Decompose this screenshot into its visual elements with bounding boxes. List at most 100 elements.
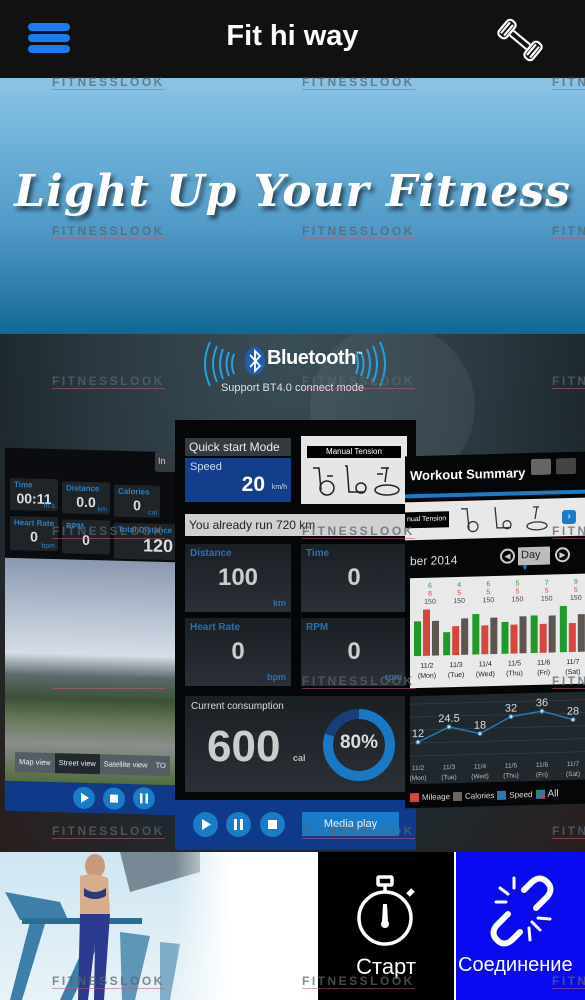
chart-icon[interactable] bbox=[556, 457, 576, 475]
date-label: ber 2014 bbox=[410, 552, 458, 569]
bar-mid-label: 5 bbox=[516, 588, 520, 595]
legend-swatch-calories bbox=[453, 791, 463, 801]
bar-category-label: 11/5 bbox=[508, 660, 521, 667]
bar-green bbox=[530, 615, 538, 654]
play-icon[interactable] bbox=[73, 786, 95, 810]
speed-point bbox=[539, 708, 545, 714]
metric-calories: Calories 0 cal bbox=[114, 484, 160, 518]
speed-value-label: 36 bbox=[536, 697, 548, 709]
pause-icon[interactable] bbox=[226, 812, 251, 837]
bar-category-label: 11/3 bbox=[450, 662, 463, 669]
line-category-label: 11/4 bbox=[474, 763, 487, 770]
bar-top-label: 4 bbox=[457, 582, 461, 589]
watermark: FITNESSLOOK bbox=[52, 524, 165, 539]
line-category-label: 11/3 bbox=[443, 764, 456, 771]
bar-green bbox=[472, 613, 480, 655]
stop-icon[interactable] bbox=[103, 787, 125, 810]
bar-weekday-label: (Fri) bbox=[537, 670, 550, 677]
bar-bottom-label: 150 bbox=[453, 598, 465, 605]
gridline bbox=[410, 725, 585, 731]
prev-period-icon[interactable]: ◀ bbox=[500, 548, 515, 564]
bar-green bbox=[443, 632, 451, 656]
bluetooth-label: Bluetooth™ bbox=[267, 347, 363, 369]
bar-mid-label: 5 bbox=[574, 587, 578, 594]
view-tabs: Map view Street view Satellite view TO bbox=[15, 752, 170, 777]
bar-bottom-label: 150 bbox=[482, 597, 494, 604]
speed-point bbox=[446, 724, 452, 730]
bar-gray bbox=[490, 617, 498, 655]
speed-value-label: 32 bbox=[505, 702, 517, 714]
watermark: FITNESSLOOK bbox=[302, 374, 415, 389]
exercise-bike-icons bbox=[313, 465, 400, 496]
app-header: Fit hi way bbox=[0, 0, 585, 78]
tab-street-view[interactable]: Street view bbox=[54, 753, 100, 775]
calendar-icon[interactable] bbox=[531, 458, 551, 476]
center-phone-screen: Quick start Mode Speed 20 km/h Manual Te… bbox=[175, 420, 416, 850]
bar-red bbox=[539, 623, 547, 653]
period-select[interactable]: Day ▼ bbox=[518, 546, 550, 572]
gridline bbox=[410, 712, 585, 718]
hero-banner: Light Up Your Fitness bbox=[0, 78, 585, 334]
bar-weekday-label: (Mon) bbox=[418, 673, 436, 680]
watermark: FITNESSLOOK bbox=[52, 974, 165, 989]
watermark: FITNESSLOOK bbox=[552, 675, 585, 689]
dumbbell-icon[interactable] bbox=[492, 12, 548, 68]
bar-bottom-label: 150 bbox=[512, 596, 524, 603]
bar-bottom-label: 150 bbox=[541, 595, 553, 602]
metric-time-center: Time 0 bbox=[301, 544, 407, 612]
bar-top-label: 6 bbox=[428, 583, 432, 590]
bar-weekday-label: (Thu) bbox=[506, 670, 523, 677]
speed-point bbox=[508, 714, 514, 720]
quick-start-mode-label: Quick start Mode bbox=[185, 438, 291, 456]
watermark: FITNESSLOOK bbox=[552, 76, 585, 90]
left-phone-screen: In Time 00:11 m:s Distance 0.0 km Calori… bbox=[5, 447, 175, 816]
stopwatch-icon bbox=[357, 875, 415, 946]
pause-icon[interactable] bbox=[133, 787, 155, 810]
hero-slogan: Light Up Your Fitness bbox=[14, 166, 571, 217]
watermark: FITNESSLOOK bbox=[552, 975, 585, 989]
bar-gray bbox=[432, 620, 439, 656]
bar-red bbox=[481, 625, 489, 655]
bar-gray bbox=[577, 614, 585, 652]
bar-red bbox=[510, 624, 518, 654]
in-button: In bbox=[155, 451, 175, 473]
stop-icon[interactable] bbox=[260, 812, 285, 837]
tab-satellite-view[interactable]: Satellite view bbox=[99, 754, 152, 776]
next-arrow-icon[interactable]: › bbox=[562, 509, 576, 525]
bar-bottom-label: 150 bbox=[424, 599, 436, 606]
right-phone-screen: Workout Summary nual Tension › ber 2014 … bbox=[405, 451, 585, 809]
bar-top-label: 9 bbox=[574, 579, 578, 586]
legend-swatch-all bbox=[535, 789, 545, 799]
legend-swatch-speed bbox=[497, 790, 507, 800]
consumption-panel: Current consumption 600 cal 80% bbox=[185, 696, 407, 792]
line-category-label: 11/6 bbox=[536, 762, 549, 769]
metric-heart-rate-center: Heart Rate 0 bpm bbox=[185, 618, 291, 686]
watermark: FITNESSLOOK bbox=[302, 224, 415, 239]
speed-point bbox=[415, 739, 421, 745]
manual-tension-button[interactable]: Manual Tension bbox=[301, 436, 407, 504]
bar-bottom-label: 150 bbox=[570, 595, 582, 602]
tab-top[interactable]: TO bbox=[151, 755, 170, 777]
next-period-icon[interactable]: ▶ bbox=[555, 547, 570, 563]
bar-category-label: 11/7 bbox=[566, 659, 579, 666]
bar-green bbox=[501, 621, 509, 654]
bar-mid-label: 8 bbox=[428, 591, 432, 598]
metric-distance: Distance 0.0 km bbox=[62, 481, 110, 515]
progress-percent: 80% bbox=[339, 732, 379, 753]
watermark: FITNESSLOOK bbox=[302, 674, 415, 689]
watermark: FITNESSLOOK bbox=[302, 524, 415, 539]
left-controls-bar bbox=[5, 780, 175, 816]
bar-top-label: 7 bbox=[545, 580, 549, 587]
bar-category-label: 11/2 bbox=[420, 663, 433, 670]
bar-category-label: 11/6 bbox=[537, 660, 550, 667]
watermark: FITNESSLOOK bbox=[552, 225, 585, 239]
watermark: FITNESSLOOK bbox=[552, 825, 585, 839]
speed-value-label: 24.5 bbox=[438, 713, 459, 726]
tab-map-view[interactable]: Map view bbox=[15, 752, 55, 774]
gridline bbox=[410, 699, 585, 705]
line-category-label: 11/7 bbox=[567, 761, 580, 768]
speed-value-label: 18 bbox=[474, 719, 486, 731]
speed-value-label: 12 bbox=[412, 728, 424, 740]
play-icon[interactable] bbox=[193, 812, 218, 837]
bar-red bbox=[452, 626, 460, 656]
